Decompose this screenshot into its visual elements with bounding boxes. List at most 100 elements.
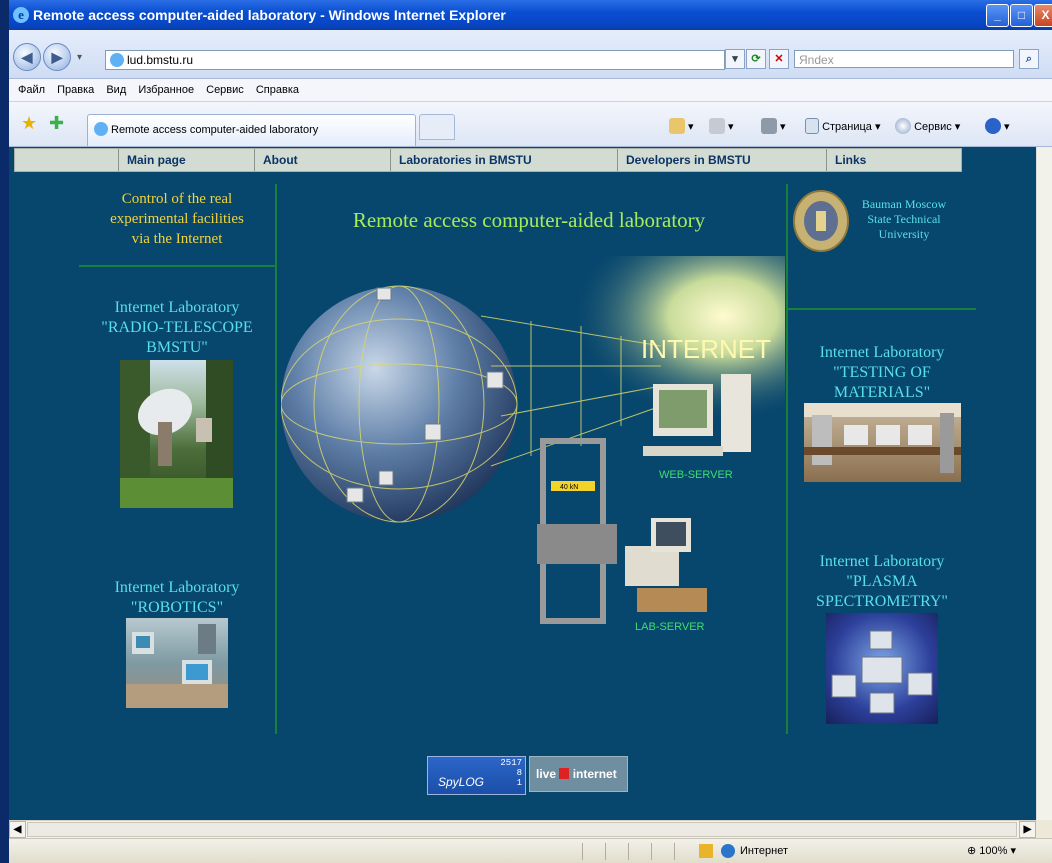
status-sep-1: [582, 843, 583, 860]
nav-developers[interactable]: Developers in BMSTU: [618, 149, 827, 171]
university-line-3: University: [878, 227, 930, 241]
liveinternet-internet: internet: [572, 767, 617, 781]
add-favorites-icon[interactable]: ✚: [49, 113, 64, 134]
tab-active[interactable]: Remote access computer-aided laboratory: [87, 114, 416, 146]
lab-robotics-link[interactable]: Internet Laboratory "ROBOTICS": [79, 578, 275, 618]
url-text: lud.bmstu.ru: [127, 53, 194, 67]
intro-line-2: experimental facilities: [110, 211, 244, 227]
robotics-illustration: [126, 624, 228, 708]
tools-menu-button[interactable]: Сервис ▾: [895, 118, 960, 135]
stop-button[interactable]: ✕: [769, 49, 789, 69]
menu-tools[interactable]: Сервис: [206, 84, 244, 96]
command-bar: ★ ✚ Remote access computer-aided laborat…: [9, 102, 1052, 147]
refresh-button[interactable]: ⟳: [746, 49, 766, 69]
lab-testing-materials-link[interactable]: Internet Laboratory "TESTING OF MATERIAL…: [788, 343, 976, 403]
nav-main-page[interactable]: Main page: [119, 149, 255, 171]
left-hr: [79, 265, 275, 267]
lab4-line-1: Internet Laboratory: [819, 553, 945, 570]
right-divider: [786, 184, 788, 734]
testing-illustration: [804, 403, 961, 473]
globe-network-illustration: INTERNET WEB-SERVER 40 kN LAB-SERVER: [281, 256, 785, 638]
menu-help[interactable]: Справка: [256, 84, 299, 96]
status-bar: Интернет ⊕ 100% ▾: [9, 838, 1052, 863]
web-server-label: WEB-SERVER: [659, 469, 733, 481]
scroll-right-button[interactable]: ▶: [1019, 821, 1036, 838]
lab4-line-3: SPECTROMETRY": [816, 593, 948, 610]
status-sep-4: [651, 843, 652, 860]
vertical-scrollbar[interactable]: [1036, 147, 1052, 820]
bottom-area: ◀ ▶ Интернет ⊕ 100% ▾: [9, 820, 1052, 863]
site-nav-bar: Main page About Laboratories in BMSTU De…: [14, 148, 962, 172]
nav-links[interactable]: Links: [827, 149, 967, 171]
browser-window: e Remote access computer-aided laborator…: [9, 0, 1052, 863]
plasma-spectrometry-photo[interactable]: [826, 613, 938, 724]
page-menu-button[interactable]: Страница ▾: [805, 118, 881, 135]
tools-menu-label: Сервис: [914, 121, 952, 133]
tab-favicon-icon: [94, 122, 108, 136]
lab-radio-telescope-link[interactable]: Internet Laboratory "RADIO-TELESCOPE BMS…: [79, 298, 275, 358]
robotics-photo[interactable]: [126, 618, 228, 708]
security-icon[interactable]: [699, 844, 713, 858]
status-sep-2: [605, 843, 606, 860]
lab-server-label: LAB-SERVER: [635, 621, 705, 633]
spylog-value-2: 8: [516, 768, 522, 778]
nav-about[interactable]: About: [255, 149, 391, 171]
internet-zone-icon: [721, 844, 735, 858]
address-bar-row: ◀ ▶ ▾ lud.bmstu.ru ▾ ⟳ ✕ Яndex ⌕: [9, 30, 1052, 79]
machine-label: 40 kN: [560, 484, 578, 491]
maximize-button[interactable]: □: [1010, 4, 1033, 27]
scroll-thumb[interactable]: [27, 822, 1017, 837]
right-hr: [788, 308, 976, 310]
lab4-line-2: "PLASMA: [846, 573, 918, 590]
menu-view[interactable]: Вид: [106, 84, 126, 96]
main-title: Remote access computer-aided laboratory: [352, 208, 706, 232]
url-dropdown-button[interactable]: ▾: [725, 49, 745, 69]
history-dropdown-icon[interactable]: ▾: [77, 50, 82, 66]
help-icon[interactable]: ▾: [985, 118, 1010, 135]
horizontal-scrollbar[interactable]: ◀ ▶: [9, 820, 1036, 838]
web-page: Main page About Laboratories in BMSTU De…: [9, 147, 1036, 820]
scroll-left-button[interactable]: ◀: [9, 821, 26, 838]
back-button[interactable]: ◀: [13, 43, 41, 71]
spylog-value-1: 2517: [500, 758, 522, 768]
lab-plasma-spectrometry-link[interactable]: Internet Laboratory "PLASMA SPECTROMETRY…: [788, 552, 976, 612]
forward-button[interactable]: ▶: [43, 43, 71, 71]
university-line-2: State Technical: [867, 212, 941, 226]
search-input[interactable]: Яndex: [794, 50, 1014, 68]
spylog-value-3: 1: [516, 778, 522, 788]
window-title: Remote access computer-aided laboratory …: [33, 7, 506, 23]
left-divider: [275, 184, 277, 734]
home-icon[interactable]: ▾: [669, 118, 694, 135]
bmstu-emblem-icon[interactable]: [792, 189, 850, 253]
testing-materials-photo[interactable]: [804, 403, 961, 482]
menu-favorites[interactable]: Избранное: [138, 84, 194, 96]
lab1-line-3: BMSTU": [146, 339, 208, 356]
liveinternet-counter[interactable]: live internet: [529, 756, 628, 792]
liveinternet-label: live internet: [536, 766, 617, 782]
new-tab-button[interactable]: [419, 114, 455, 140]
search-icon[interactable]: ⌕: [1019, 49, 1039, 69]
university-line-1: Bauman Moscow: [861, 197, 947, 211]
feeds-icon[interactable]: ▾: [709, 118, 734, 135]
bmstu-name-link[interactable]: Bauman Moscow State Technical University: [849, 197, 959, 242]
menu-bar: Файл Правка Вид Избранное Сервис Справка: [9, 79, 1052, 102]
print-icon[interactable]: ▾: [761, 118, 786, 135]
favorites-star-icon[interactable]: ★: [21, 113, 37, 134]
intro-text: Control of the real experimental facilit…: [79, 189, 275, 249]
liveinternet-live: live: [536, 767, 557, 781]
minimize-button[interactable]: _: [986, 4, 1009, 27]
ie-logo-icon: e: [13, 7, 29, 23]
liveinternet-logo-icon: [559, 768, 570, 779]
page-menu-label: Страница: [822, 121, 872, 133]
status-sep-3: [628, 843, 629, 860]
spylog-counter[interactable]: 2517 8 1 SpyLOG: [427, 756, 526, 795]
menu-edit[interactable]: Правка: [57, 84, 94, 96]
lab3-line-3: MATERIALS": [833, 384, 931, 401]
radio-telescope-photo[interactable]: [120, 360, 233, 508]
url-field[interactable]: lud.bmstu.ru: [105, 50, 725, 70]
close-button[interactable]: X: [1034, 4, 1052, 27]
menu-file[interactable]: Файл: [18, 84, 45, 96]
site-nav-box: Main page About Laboratories in BMSTU De…: [118, 149, 967, 171]
nav-laboratories[interactable]: Laboratories in BMSTU: [391, 149, 618, 171]
zoom-control[interactable]: ⊕ 100% ▾: [967, 839, 1016, 863]
